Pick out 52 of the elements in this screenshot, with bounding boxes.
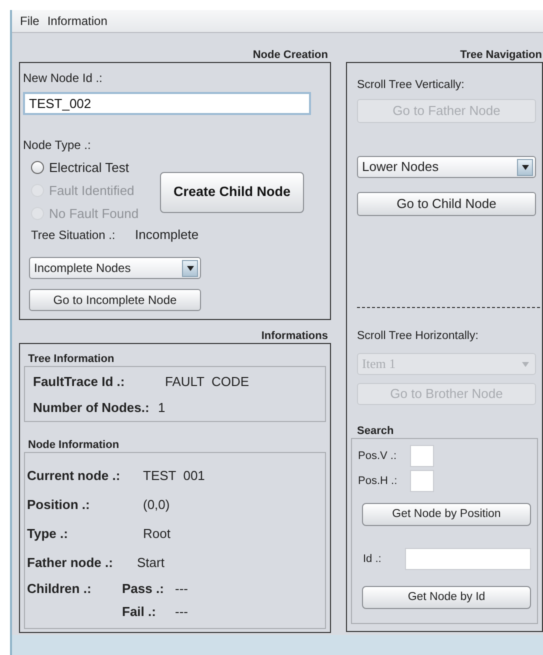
group-title: Search <box>356 424 395 438</box>
caret-icon <box>186 266 194 270</box>
info-value: Root <box>143 524 170 543</box>
input-field[interactable] <box>410 470 434 492</box>
input-field[interactable] <box>405 548 531 570</box>
info-value: 1 <box>158 399 166 418</box>
button[interactable]: Get Node by Position <box>362 503 531 526</box>
field-label: New Node Id .: <box>23 70 104 85</box>
section-title: Tree Navigation <box>459 48 543 62</box>
button[interactable]: Get Node by Id <box>362 586 531 609</box>
create-child-node-button[interactable]: Create Child Node <box>160 172 304 213</box>
info-label: FaultTrace Id .: <box>33 373 126 392</box>
section-title: Node Creation <box>252 48 329 62</box>
info-label: Current node .: <box>27 466 122 485</box>
radio-button[interactable]: Electrical Test <box>31 156 160 179</box>
field-label: Id .: <box>362 552 382 567</box>
info-value: TEST 001 <box>143 466 205 485</box>
info-label: Pass .: <box>122 580 165 598</box>
dropdown-value: Item 1 <box>362 355 396 374</box>
info-value: (0,0) <box>143 496 170 514</box>
dropdown-value: Lower Nodes <box>362 158 439 176</box>
group-title: Node Information <box>27 438 120 452</box>
info-label: Children .: <box>27 580 92 598</box>
info-value: FAULT CODE <box>165 373 250 392</box>
field-label: Tree Situation .: <box>31 227 116 244</box>
section-title: Informations <box>260 329 329 343</box>
info-label: Number of Nodes.: <box>33 399 150 418</box>
input-field[interactable] <box>410 445 434 467</box>
menu-item[interactable]: Information <box>47 12 108 30</box>
field-label: Node Type .: <box>23 137 92 152</box>
field-label: Pos.V .: <box>357 448 398 464</box>
dropdown[interactable]: Incomplete Nodes <box>29 257 201 279</box>
field-label: Pos.H .: <box>357 474 398 489</box>
info-label: Fail .: <box>122 603 157 622</box>
info-label: Type .: <box>27 524 69 543</box>
caret-icon <box>522 362 528 366</box>
caret-icon <box>522 164 528 170</box>
info-value: Start <box>137 554 164 572</box>
info-label: Position .: <box>27 496 91 514</box>
info-value: --- <box>175 603 188 622</box>
menu-item[interactable]: File <box>20 12 40 30</box>
dropdown-value: Incomplete Nodes <box>34 260 131 277</box>
info-value: --- <box>175 580 188 598</box>
input-field[interactable]: TEST_002 <box>23 92 311 115</box>
group-title: Tree Information <box>27 352 116 366</box>
field-label: Scroll Tree Horizontally: <box>356 329 480 344</box>
field-label: Scroll Tree Vertically: <box>356 78 466 93</box>
info-label: Father node .: <box>27 554 114 572</box>
button[interactable]: Go to Child Node <box>357 192 536 216</box>
status-text: Incomplete <box>135 226 199 244</box>
button[interactable]: Go to Incomplete Node <box>29 289 201 311</box>
dropdown[interactable]: Lower Nodes <box>357 156 536 178</box>
